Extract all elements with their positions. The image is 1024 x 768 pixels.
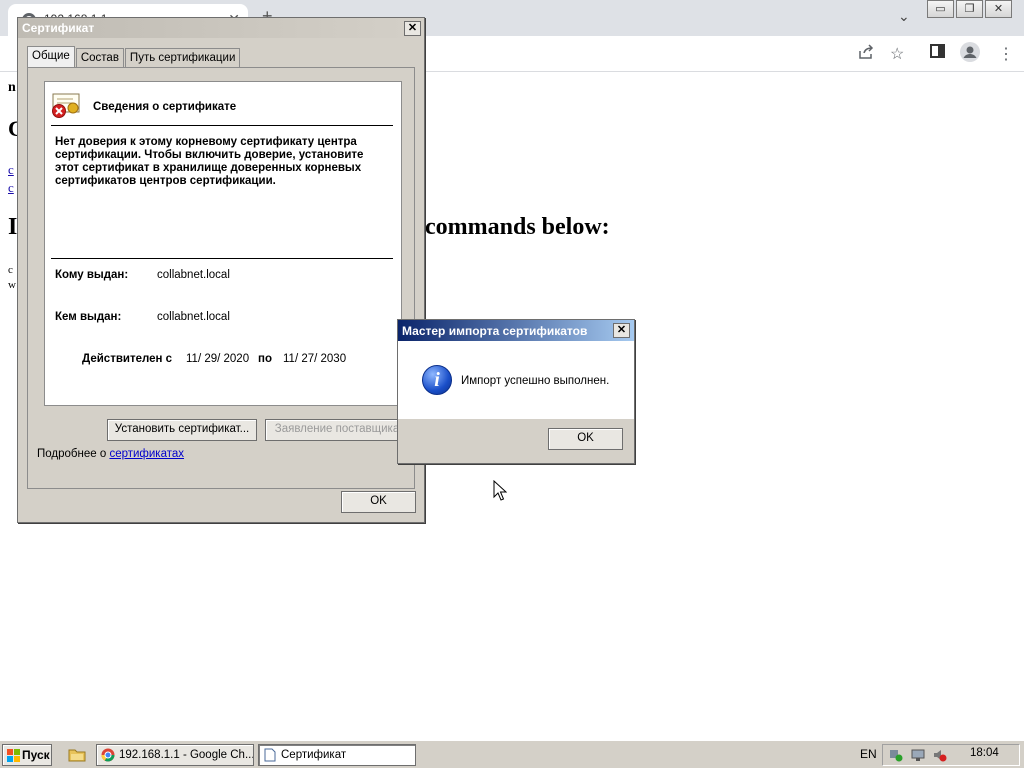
more-info-prefix: Подробнее о (37, 448, 107, 460)
certificate-info-box: Сведения о сертификате Нет доверия к это… (44, 81, 402, 406)
page-heading-2-start: I (8, 214, 18, 240)
page-heading-2: commands below: (425, 214, 610, 240)
valid-from-label: Действителен с (82, 353, 173, 365)
taskbar-chrome-label: 192.168.1.1 - Google Ch... (119, 749, 254, 761)
information-icon: i (422, 365, 452, 395)
install-certificate-button[interactable]: Установить сертификат... (107, 419, 257, 441)
system-tray (882, 744, 1020, 766)
message-box-body: i Импорт успешно выполнен. (398, 341, 634, 419)
page-small-text-1: c (8, 264, 13, 276)
tab-search-button[interactable]: ⌄ (898, 8, 910, 25)
certificate-ok-button[interactable]: OK (341, 491, 416, 513)
certificate-dialog-titlebar[interactable]: Сертификат (18, 18, 424, 38)
tab-certification-path[interactable]: Путь сертификации (124, 48, 241, 68)
message-box-footer: OK (398, 419, 634, 463)
message-box-titlebar[interactable]: Мастер импорта сертификатов (398, 320, 634, 341)
taskbar-certificate-label: Сертификат (281, 749, 347, 761)
page-small-text-2: w (8, 279, 16, 291)
import-wizard-message-box: Мастер импорта сертификатов ✕ i Импорт у… (397, 319, 635, 464)
page-link-1[interactable]: c (8, 162, 14, 178)
certificate-dialog: Сертификат ✕ Общие Состав Путь сертифика… (17, 17, 425, 523)
start-label: Пуск (22, 748, 50, 762)
divider (51, 258, 393, 259)
browser-menu-icon[interactable]: ⋮ (998, 44, 1014, 64)
volume-muted-icon[interactable] (933, 748, 947, 762)
more-info-line: Подробнее о сертификатах (37, 448, 184, 460)
profile-icon[interactable] (960, 42, 980, 67)
issuer-statement-button: Заявление поставщика (265, 419, 409, 441)
share-icon[interactable] (858, 44, 874, 65)
valid-from-value: 11/ 29/ 2020 (186, 353, 250, 365)
restore-button[interactable]: ❐ (956, 0, 983, 18)
issued-by-label: Кем выдан: (55, 311, 122, 323)
message-box-close-button[interactable]: ✕ (613, 323, 630, 338)
issued-to-value: collabnet.local (157, 269, 230, 281)
general-tab-panel: Сведения о сертификате Нет доверия к это… (27, 67, 415, 489)
message-box-ok-button[interactable]: OK (548, 428, 623, 450)
issued-to-label: Кому выдан: (55, 269, 129, 281)
import-success-message: Импорт успешно выполнен. (461, 375, 610, 387)
monitor-icon[interactable] (911, 748, 925, 762)
certificates-help-link[interactable]: сертификатах (109, 448, 184, 460)
message-box-title: Мастер импорта сертификатов (402, 324, 588, 338)
certificate-dialog-close-button[interactable]: ✕ (404, 21, 421, 36)
page-text-fragment: n (8, 80, 16, 95)
trust-warning-text: Нет доверия к этому корневому сертификат… (55, 136, 364, 187)
window-controls: ▭ ❐ ✕ (925, 0, 1012, 18)
side-panel-icon[interactable] (930, 44, 945, 63)
chrome-icon (101, 748, 115, 762)
network-icon[interactable] (889, 748, 903, 762)
minimize-button[interactable]: ▭ (927, 0, 954, 18)
taskbar-clock[interactable]: 18:04 (970, 747, 999, 759)
file-explorer-icon[interactable] (68, 747, 86, 762)
certificate-tabs: Общие Состав Путь сертификации (27, 46, 241, 68)
tab-general[interactable]: Общие (27, 46, 75, 68)
bookmark-star-icon[interactable]: ☆ (890, 44, 904, 64)
certificate-error-icon (52, 93, 80, 118)
taskbar-chrome-button[interactable]: 192.168.1.1 - Google Ch... (96, 744, 254, 766)
document-icon (264, 748, 276, 762)
tab-details[interactable]: Состав (75, 48, 124, 68)
mouse-pointer-icon (493, 480, 507, 501)
valid-to-label: по (258, 353, 272, 365)
taskbar-certificate-button[interactable]: Сертификат (258, 744, 416, 766)
divider (51, 125, 393, 126)
windows-logo-icon (7, 749, 20, 762)
close-window-button[interactable]: ✕ (985, 0, 1012, 18)
certificate-info-title: Сведения о сертификате (93, 101, 237, 113)
start-button[interactable]: Пуск (2, 744, 52, 766)
issued-by-value: collabnet.local (157, 311, 230, 323)
valid-to-value: 11/ 27/ 2030 (283, 353, 347, 365)
certificate-dialog-title: Сертификат (22, 21, 95, 35)
page-link-2[interactable]: c (8, 180, 14, 196)
language-indicator[interactable]: EN (860, 747, 877, 761)
